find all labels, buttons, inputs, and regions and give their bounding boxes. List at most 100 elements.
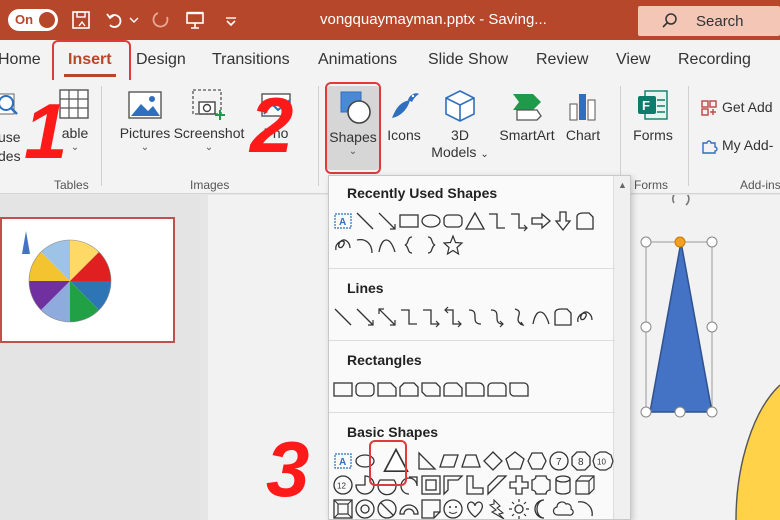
- lightning-bolt-shape[interactable]: [486, 498, 508, 520]
- snip-round-rect-shape[interactable]: [442, 378, 464, 400]
- slide-thumbnail[interactable]: [0, 217, 175, 343]
- heptagon-shape[interactable]: 7: [548, 450, 570, 472]
- round-same-side-rect-shape[interactable]: [486, 378, 508, 400]
- can-shape[interactable]: [552, 474, 574, 496]
- snip-corner-shape[interactable]: [574, 210, 596, 232]
- star-shape[interactable]: [442, 234, 464, 256]
- screenshot-button[interactable]: Screenshot ⌄: [172, 88, 246, 154]
- tab-slide-show[interactable]: Slide Show: [428, 51, 508, 69]
- triangle-shape[interactable]: [464, 210, 486, 232]
- undo-dropdown-icon[interactable]: [128, 9, 140, 31]
- oval-shape[interactable]: [420, 210, 442, 232]
- save-icon[interactable]: [70, 9, 92, 31]
- smiley-face-shape[interactable]: [442, 498, 464, 520]
- round-single-corner-rect-shape[interactable]: [464, 378, 486, 400]
- cross-shape[interactable]: [508, 474, 530, 496]
- l-shape[interactable]: [464, 474, 486, 496]
- icons-bird-icon: [392, 93, 419, 118]
- smartart-button[interactable]: SmartArt: [496, 88, 558, 144]
- forms-button[interactable]: F Forms: [628, 88, 678, 144]
- pictures-button[interactable]: Pictures ⌄: [116, 88, 174, 154]
- snip-single-corner-rect-shape[interactable]: [376, 378, 398, 400]
- right-brace-shape[interactable]: [420, 234, 442, 256]
- sun-shape[interactable]: [508, 498, 530, 520]
- decagon-shape[interactable]: 10: [592, 450, 614, 472]
- tab-transitions[interactable]: Transitions: [212, 51, 290, 69]
- trapezoid-shape[interactable]: [460, 450, 482, 472]
- snip-diagonal-rect-shape[interactable]: [420, 378, 442, 400]
- elbow-connector-shape[interactable]: [486, 210, 508, 232]
- pentagon-shape[interactable]: [504, 450, 526, 472]
- tab-animations[interactable]: Animations: [318, 51, 397, 69]
- octagon-shape[interactable]: 8: [570, 450, 592, 472]
- curve-shape[interactable]: [530, 306, 552, 328]
- tab-recording[interactable]: Recording: [678, 51, 751, 69]
- round-diagonal-rect-shape[interactable]: [508, 378, 530, 400]
- cloud-shape[interactable]: [552, 498, 574, 520]
- line-shape[interactable]: [354, 210, 376, 232]
- gallery-scrollbar[interactable]: ▲: [613, 176, 630, 519]
- line-shape[interactable]: [332, 306, 354, 328]
- curved-double-arrow-shape[interactable]: [508, 306, 530, 328]
- hexagon-shape[interactable]: [526, 450, 548, 472]
- tab-review[interactable]: Review: [536, 51, 588, 69]
- frame-shape[interactable]: [420, 474, 442, 496]
- down-arrow-shape[interactable]: [552, 210, 574, 232]
- icons-button[interactable]: Icons: [382, 88, 426, 144]
- block-arc-shape[interactable]: [398, 498, 420, 520]
- bevel-shape[interactable]: [332, 498, 354, 520]
- elbow-connector-shape[interactable]: [398, 306, 420, 328]
- autosave-toggle[interactable]: On: [8, 9, 58, 31]
- scribble-shape[interactable]: [574, 306, 596, 328]
- tab-home[interactable]: Home: [0, 51, 41, 69]
- no-symbol-shape[interactable]: [376, 498, 398, 520]
- chart-button[interactable]: Chart: [560, 88, 606, 144]
- curved-connector-shape[interactable]: [464, 306, 486, 328]
- left-brace-shape[interactable]: [398, 234, 420, 256]
- diagonal-stripe-shape[interactable]: [486, 474, 508, 496]
- rect-shape[interactable]: [332, 378, 354, 400]
- curve-shape[interactable]: [376, 234, 398, 256]
- present-icon[interactable]: [184, 9, 206, 31]
- undo-icon[interactable]: [104, 9, 126, 31]
- double-arrow-line-shape[interactable]: [376, 306, 398, 328]
- heart-shape[interactable]: [464, 498, 486, 520]
- folded-corner-shape[interactable]: [420, 498, 442, 520]
- rounded-rect-shape[interactable]: [354, 378, 376, 400]
- line-arrow-shape[interactable]: [354, 306, 376, 328]
- right-triangle-shape[interactable]: [416, 450, 438, 472]
- customize-toolbar-icon[interactable]: [220, 9, 242, 31]
- half-frame-shape[interactable]: [442, 474, 464, 496]
- new-slide-button[interactable]: [0, 92, 24, 122]
- donut-shape[interactable]: [354, 498, 376, 520]
- pictures-dropdown-chevron: ⌄: [140, 142, 150, 153]
- text-box-shape[interactable]: A: [332, 450, 354, 472]
- text-box-shape[interactable]: A: [332, 210, 354, 232]
- tab-design[interactable]: Design: [136, 51, 186, 69]
- elbow-arrow-connector-shape[interactable]: [420, 306, 442, 328]
- curved-arrow-connector-shape[interactable]: [486, 306, 508, 328]
- get-addins-button[interactable]: Get Add: [700, 99, 773, 117]
- parallelogram-shape[interactable]: [438, 450, 460, 472]
- snip-same-side-rect-shape[interactable]: [398, 378, 420, 400]
- rounded-rectangle-shape[interactable]: [442, 210, 464, 232]
- line-arrow-shape[interactable]: [376, 210, 398, 232]
- arc-shape[interactable]: [574, 498, 596, 520]
- scribble-shape[interactable]: [332, 234, 354, 256]
- search-box[interactable]: Search: [638, 6, 780, 36]
- plaque-shape[interactable]: [530, 474, 552, 496]
- 3d-models-button[interactable]: 3D Models ⌄: [428, 88, 492, 163]
- elbow-arrow-connector-shape[interactable]: [508, 210, 530, 232]
- right-arrow-shape[interactable]: [530, 210, 552, 232]
- cube-shape[interactable]: [574, 474, 596, 496]
- rectangle-shape[interactable]: [398, 210, 420, 232]
- tab-view[interactable]: View: [616, 51, 650, 69]
- elbow-double-arrow-shape[interactable]: [442, 306, 464, 328]
- arc-shape[interactable]: [354, 234, 376, 256]
- moon-shape[interactable]: [530, 498, 552, 520]
- diamond-shape[interactable]: [482, 450, 504, 472]
- my-addins-button[interactable]: My Add-: [700, 137, 773, 155]
- dodecagon-shape[interactable]: 12: [332, 474, 354, 496]
- redo-icon[interactable]: [150, 9, 172, 31]
- freeform-shape[interactable]: [552, 306, 574, 328]
